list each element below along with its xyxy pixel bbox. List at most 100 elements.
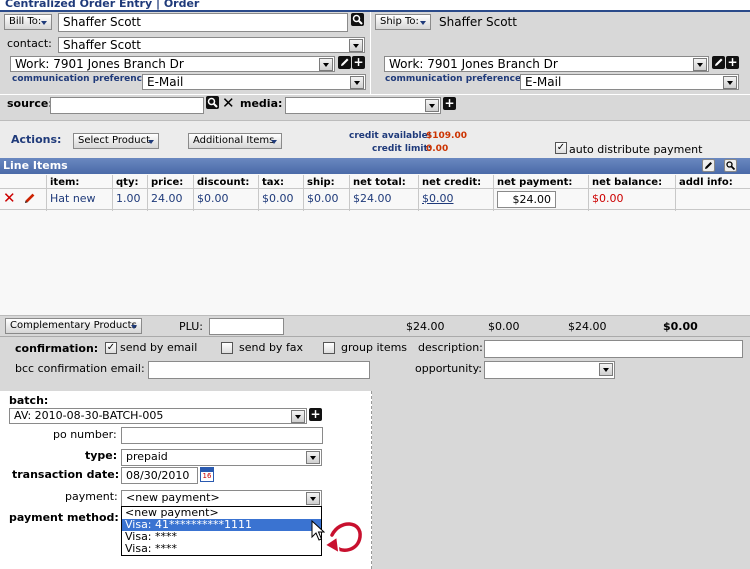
- clear-icon[interactable]: ✕: [222, 94, 235, 112]
- add-address-icon[interactable]: +: [726, 56, 739, 69]
- transaction-date-label: transaction date:: [12, 468, 120, 481]
- bill-to-label: Bill To:: [9, 16, 42, 27]
- add-address-icon[interactable]: +: [352, 56, 365, 69]
- media-select[interactable]: [285, 97, 441, 114]
- calendar-icon[interactable]: 16: [200, 467, 214, 482]
- col-header-ship: ship:: [307, 177, 335, 188]
- col-header-qty: qty:: [116, 177, 139, 188]
- line-item-net-payment-input[interactable]: $24.00: [497, 191, 556, 208]
- source-label: source:: [7, 97, 53, 110]
- opportunity-select[interactable]: [484, 361, 615, 379]
- credit-limit-value: 0.00: [426, 144, 449, 154]
- send-by-email-label: send by email: [120, 341, 198, 354]
- auto-distribute-checkbox[interactable]: ✓: [555, 142, 567, 154]
- ship-to-address-select[interactable]: Work: 7901 Jones Branch Dr: [384, 56, 709, 72]
- ship-to-button[interactable]: Ship To:: [375, 14, 431, 30]
- payment-option-visa-3[interactable]: Visa: ****: [122, 543, 321, 555]
- payment-label: payment:: [65, 490, 118, 503]
- confirmation-label: confirmation:: [15, 342, 99, 355]
- search-icon[interactable]: [351, 13, 364, 26]
- col-header-net-total: net total:: [353, 177, 406, 188]
- ship-to-name: Shaffer Scott: [439, 15, 517, 29]
- col-header-addl-info: addl info:: [679, 177, 733, 188]
- total-net-payment: $24.00: [568, 320, 607, 333]
- bill-to-comm-value: E-Mail: [147, 75, 184, 89]
- line-items-header: [0, 158, 750, 174]
- page-title: Centralized Order Entry | Order: [5, 0, 200, 10]
- batch-select-value: AV: 2010-08-30-BATCH-005: [14, 409, 164, 422]
- transaction-date-input[interactable]: 08/30/2010: [121, 467, 198, 484]
- bill-to-button[interactable]: Bill To:: [4, 14, 52, 30]
- dropdown-arrow-icon: [349, 39, 363, 52]
- type-select[interactable]: prepaid: [121, 449, 322, 466]
- batch-label: batch:: [9, 394, 49, 407]
- dropdown-arrow-icon: [319, 58, 333, 71]
- complementary-products-button[interactable]: Complementary Products: [5, 318, 142, 334]
- group-items-checkbox[interactable]: [323, 342, 335, 354]
- col-header-net-credit: net credit:: [422, 177, 482, 188]
- col-header-tax: tax:: [262, 177, 284, 188]
- edit-address-icon[interactable]: [338, 56, 351, 69]
- send-by-email-checkbox[interactable]: ✓: [105, 342, 117, 354]
- payment-select[interactable]: <new payment>: [121, 490, 322, 507]
- dropdown-arrow-icon: [306, 492, 320, 505]
- dropdown-arrow-icon: [291, 410, 305, 423]
- ship-to-comm-select[interactable]: E-Mail: [520, 74, 739, 90]
- additional-items-button[interactable]: Additional Items: [188, 133, 282, 149]
- ship-to-label: Ship To:: [380, 16, 419, 27]
- chevron-down-icon: [131, 325, 137, 329]
- chevron-down-icon: [41, 21, 47, 25]
- contact-select[interactable]: Shaffer Scott: [58, 37, 365, 53]
- bill-to-name-field[interactable]: Shaffer Scott: [58, 13, 348, 32]
- edit-address-icon[interactable]: [712, 56, 725, 69]
- description-input[interactable]: [484, 340, 743, 358]
- bill-to-comm-label: communication preference:: [12, 74, 152, 84]
- select-product-button[interactable]: Select Product: [73, 133, 159, 149]
- bill-to-address-select[interactable]: Work: 7901 Jones Branch Dr: [10, 56, 335, 72]
- col-header-net-balance: net balance:: [592, 177, 663, 188]
- total-net-balance: $0.00: [663, 320, 698, 333]
- source-row-divider: [0, 94, 750, 95]
- search-icon[interactable]: [206, 96, 219, 109]
- auto-distribute-label: auto distribute payment: [569, 143, 703, 156]
- send-by-fax-checkbox[interactable]: [221, 342, 233, 354]
- credit-available-label: credit available:: [349, 131, 432, 141]
- ship-to-address-value: Work: 7901 Jones Branch Dr: [389, 57, 558, 71]
- edit-icon[interactable]: [23, 191, 37, 208]
- media-label: media:: [240, 97, 283, 110]
- total-net-total: $24.00: [406, 320, 445, 333]
- line-item-discount: $0.00: [197, 192, 229, 205]
- add-media-icon[interactable]: +: [443, 97, 456, 110]
- line-item-net-balance: $0.00: [592, 192, 624, 205]
- dropdown-arrow-icon: [425, 99, 439, 112]
- add-batch-icon[interactable]: +: [309, 408, 322, 421]
- bcc-input[interactable]: [148, 361, 370, 379]
- payment-select-value: <new payment>: [126, 491, 220, 504]
- line-item-net-credit-link[interactable]: $0.00: [422, 192, 454, 205]
- search-icon[interactable]: [724, 159, 737, 172]
- ship-to-comm-value: E-Mail: [525, 75, 562, 89]
- edit-icon[interactable]: [702, 159, 715, 172]
- batch-select[interactable]: AV: 2010-08-30-BATCH-005: [9, 408, 307, 424]
- bcc-label: bcc confirmation email:: [15, 362, 145, 375]
- line-item-ship: $0.00: [307, 192, 339, 205]
- line-item-net-total: $24.00: [353, 192, 392, 205]
- additional-items-label: Additional Items: [193, 135, 275, 146]
- col-header-item: item:: [50, 177, 80, 188]
- plu-input[interactable]: [209, 318, 284, 335]
- line-item-name[interactable]: Hat new: [50, 192, 96, 205]
- bill-to-comm-select[interactable]: E-Mail: [142, 74, 366, 90]
- ship-to-comm-label: communication preference:: [385, 74, 525, 84]
- select-product-label: Select Product: [78, 135, 150, 146]
- total-net-credit: $0.00: [488, 320, 520, 333]
- delete-icon[interactable]: ✕: [3, 189, 16, 207]
- complementary-products-label: Complementary Products: [10, 320, 137, 331]
- col-header-price: price:: [151, 177, 184, 188]
- line-item-qty: 1.00: [116, 192, 141, 205]
- type-select-value: prepaid: [126, 450, 168, 463]
- opportunity-label: opportunity:: [415, 362, 482, 375]
- source-input[interactable]: [50, 97, 204, 114]
- dropdown-arrow-icon: [306, 451, 320, 464]
- po-number-input[interactable]: [121, 427, 323, 444]
- actions-label: Actions:: [11, 133, 62, 146]
